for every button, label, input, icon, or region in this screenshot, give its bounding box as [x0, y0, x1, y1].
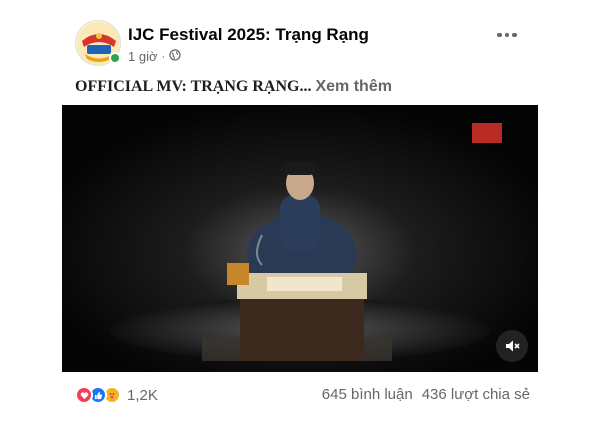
- comments-count[interactable]: 645 bình luận: [322, 386, 413, 403]
- page-avatar[interactable]: [75, 20, 121, 66]
- globe-icon: [169, 49, 181, 64]
- more-options-button[interactable]: [489, 20, 525, 50]
- love-icon: [75, 386, 93, 404]
- shares-count[interactable]: 436 lượt chia sẻ: [422, 386, 530, 403]
- watermark-logo: [472, 123, 502, 143]
- speaker-muted-icon: [504, 338, 520, 354]
- more-dot-icon: [504, 32, 510, 38]
- post-caption: OFFICIAL MV: TRẠNG RẠNG... Xem thêm: [75, 78, 392, 96]
- online-status-dot: [109, 52, 121, 64]
- caption-title: OFFICIAL MV: TRẠNG RẠNG...: [75, 78, 312, 95]
- mute-button[interactable]: [496, 330, 528, 362]
- see-more-link[interactable]: Xem thêm: [315, 78, 391, 95]
- page-name[interactable]: IJC Festival 2025: Trạng Rạng: [128, 25, 369, 45]
- more-dot-icon: [512, 32, 517, 38]
- post-header: IJC Festival 2025: Trạng Rạng 1 giờ ·: [75, 20, 535, 70]
- post-footer: 1,2K 645 bình luận 436 lượt chia sẻ: [75, 384, 530, 408]
- reactions-summary[interactable]: 1,2K: [75, 386, 158, 404]
- meta-separator: ·: [161, 50, 166, 63]
- video-frame: [62, 105, 538, 372]
- more-dot-icon: [497, 32, 502, 38]
- video-player[interactable]: [62, 105, 538, 372]
- reaction-count[interactable]: 1,2K: [127, 387, 158, 404]
- post-time[interactable]: 1 giờ: [128, 49, 158, 64]
- engagement-stats: 645 bình luận 436 lượt chia sẻ: [322, 386, 530, 403]
- post-meta: 1 giờ ·: [128, 49, 181, 64]
